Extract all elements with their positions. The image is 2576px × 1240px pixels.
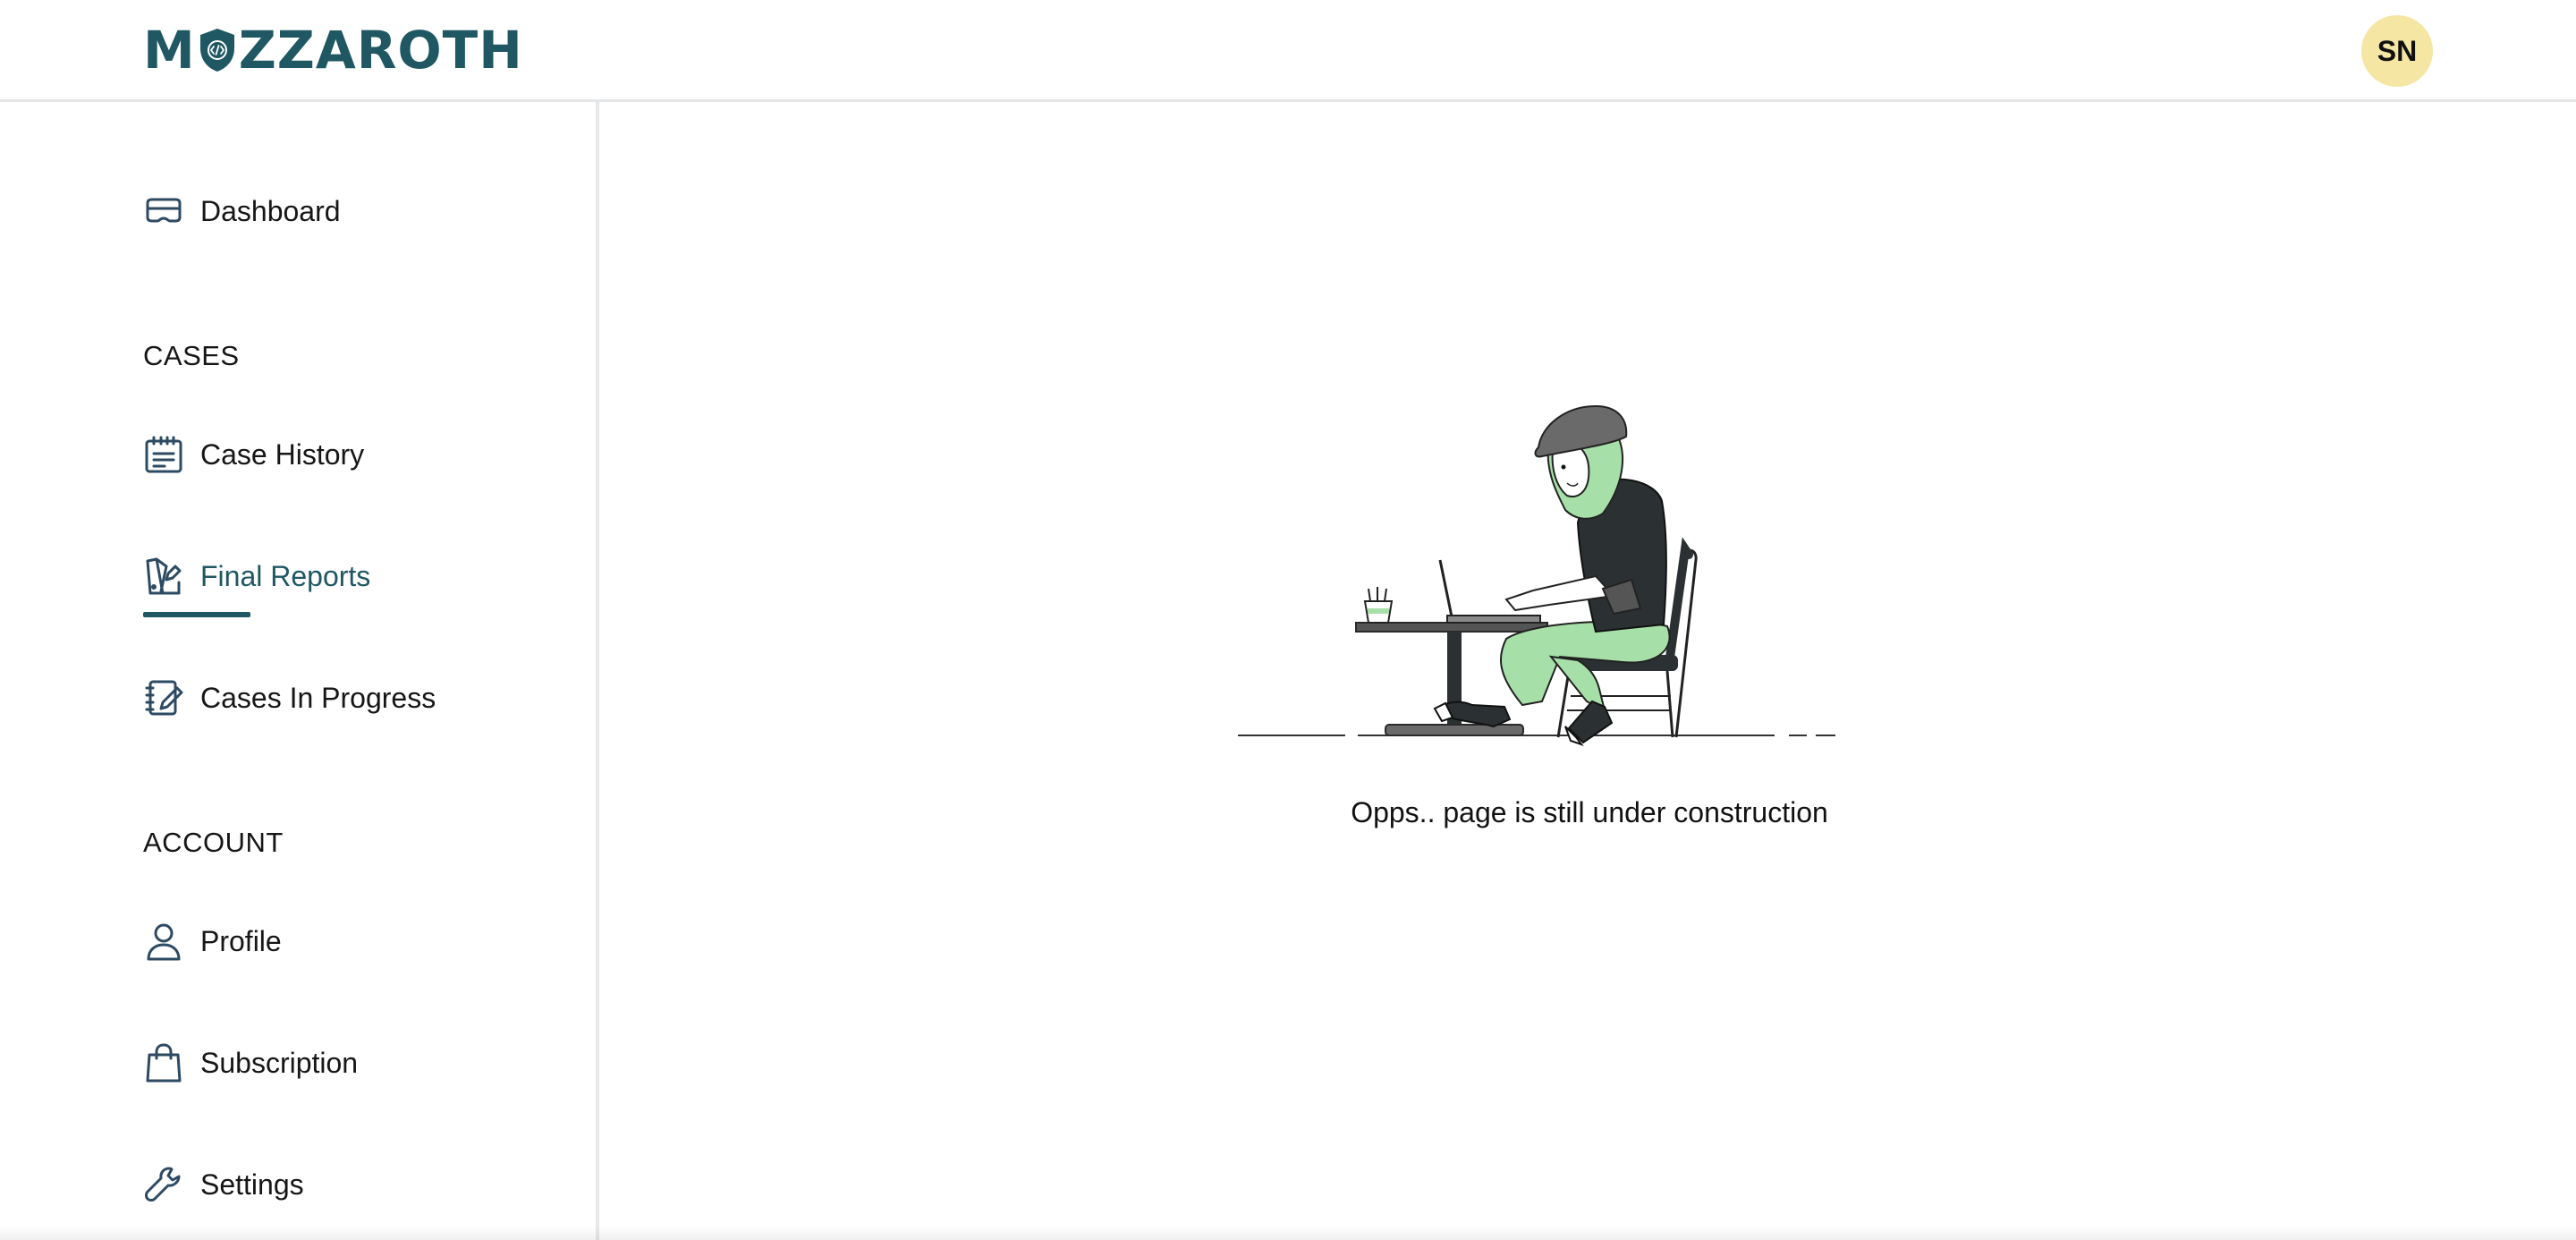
sidebar-item-cases-in-progress[interactable]: Cases In Progress: [143, 671, 436, 725]
top-bar: M ZZAROTH SN: [0, 0, 2576, 102]
sidebar-item-case-history[interactable]: Case History: [143, 428, 364, 481]
sidebar-item-label: Cases In Progress: [200, 681, 436, 714]
notebook-edit-icon: [143, 677, 184, 718]
logo-text-start: M: [143, 20, 196, 81]
active-item-indicator: [143, 612, 250, 617]
sidebar-item-label: Subscription: [200, 1046, 359, 1079]
dashboard-icon: [143, 191, 184, 232]
person-working-on-laptop-illustration: [1238, 404, 1835, 746]
calendar-list-icon: [143, 434, 184, 475]
main-content: Opps.. page is still under construction: [603, 102, 2576, 1240]
user-icon: [143, 921, 184, 962]
wrench-icon: [143, 1164, 184, 1205]
bottom-shadow: [0, 1226, 2576, 1240]
section-title-cases: CASES: [143, 340, 240, 371]
shopping-bag-icon: [143, 1042, 184, 1083]
sidebar-item-final-reports[interactable]: Final Reports: [143, 549, 370, 603]
mozzaroth-logo[interactable]: M ZZAROTH: [143, 20, 523, 81]
sidebar: Dashboard CASES Case History Final Repor…: [0, 102, 599, 1240]
sidebar-item-subscription[interactable]: Subscription: [143, 1036, 358, 1090]
sidebar-item-dashboard[interactable]: Dashboard: [143, 184, 341, 238]
shield-code-icon: [199, 29, 234, 72]
sidebar-item-label: Profile: [200, 924, 282, 957]
sidebar-item-label: Settings: [200, 1168, 304, 1201]
user-avatar[interactable]: SN: [2361, 15, 2433, 87]
sidebar-item-label: Final Reports: [200, 559, 371, 592]
sidebar-item-settings[interactable]: Settings: [143, 1158, 304, 1211]
sidebar-item-label: Dashboard: [200, 194, 341, 227]
sidebar-item-label: Case History: [200, 437, 365, 471]
section-title-account: ACCOUNT: [143, 827, 284, 858]
logo-text-end: ZZAROTH: [238, 20, 523, 81]
report-edit-icon: [143, 556, 184, 597]
sidebar-item-profile[interactable]: Profile: [143, 914, 282, 968]
under-construction-message: Opps.. page is still under construction: [1351, 796, 1828, 828]
